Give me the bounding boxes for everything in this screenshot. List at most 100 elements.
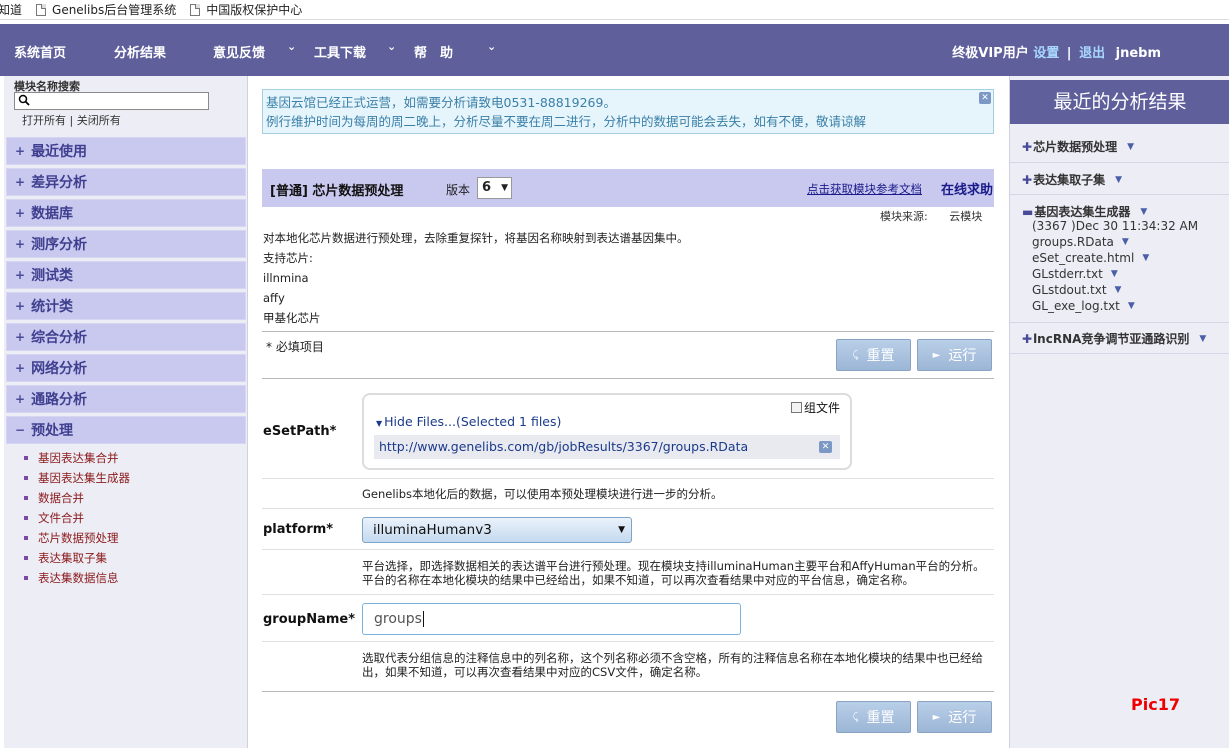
divider (262, 594, 994, 595)
doc-link[interactable]: 点击获取模块参考文档 (807, 181, 922, 197)
page-icon (190, 3, 201, 16)
required-note: * 必填项目 (266, 340, 324, 354)
groupname-input[interactable]: groups (362, 603, 741, 635)
chevron-down-icon: ▼ (1110, 269, 1118, 279)
open-all-link[interactable]: 打开所有 (22, 114, 66, 127)
chevron-down-icon: ▼ (1140, 206, 1148, 217)
chevron-down-icon[interactable]: ⌄ (487, 40, 496, 53)
nav-home[interactable]: 系统首页 (14, 42, 66, 61)
platform-select[interactable]: illuminaHumanv3 ▼ (362, 517, 632, 543)
expand-icon: + (15, 206, 26, 220)
expand-icon: + (15, 175, 26, 189)
sidebar-category[interactable]: + 通路分析 (6, 385, 246, 413)
nav-tools[interactable]: 工具下载 (314, 42, 366, 61)
divider (1010, 322, 1229, 323)
module-search-input[interactable] (14, 92, 209, 110)
bookmark-item[interactable]: 中国版权保护中心 (190, 1, 302, 18)
sidebar-category[interactable]: + 统计类 (6, 292, 246, 320)
divider (262, 378, 994, 379)
divider (1010, 162, 1229, 163)
result-file[interactable]: eSet_create.html ▼ (1032, 251, 1149, 265)
platform-label: platform* (263, 522, 334, 537)
hide-files-link[interactable]: ▼ Hide Files...(Selected 1 files) (376, 414, 561, 429)
reset-icon: ⤹ (852, 711, 859, 723)
sidebar-subitem[interactable]: 基因表达集生成器 (24, 470, 130, 486)
nav-analysis-results[interactable]: 分析结果 (114, 42, 166, 61)
settings-link[interactable]: 设置 (1033, 46, 1059, 61)
chevron-down-icon[interactable]: ⌄ (287, 40, 296, 53)
version-select[interactable]: 6 ▼ (477, 177, 512, 199)
bullet-icon (24, 496, 28, 500)
sidebar-category-preprocess[interactable]: − 预处理 (6, 416, 246, 444)
online-help-link[interactable]: 在线求助 (941, 179, 993, 198)
group-files-toggle[interactable]: 组文件 (790, 399, 840, 416)
nav-feedback[interactable]: 意见反馈 (213, 42, 265, 61)
reset-icon: ⤹ (852, 349, 859, 361)
sidebar-category[interactable]: + 差异分析 (6, 168, 246, 196)
reset-button[interactable]: ⤹ 重置 (836, 339, 911, 371)
divider (1010, 353, 1229, 354)
nav-help[interactable]: 帮 助 (414, 42, 453, 61)
file-url[interactable]: http://www.genelibs.com/gb/jobResults/33… (379, 439, 748, 454)
sidebar-category[interactable]: + 数据库 (6, 199, 246, 227)
sidebar-category[interactable]: + 网络分析 (6, 354, 246, 382)
close-icon[interactable]: ✕ (979, 92, 991, 104)
divider (262, 478, 994, 479)
run-button[interactable]: ► 运行 (917, 701, 992, 733)
top-nav: 系统首页 分析结果 意见反馈 ⌄ 工具下载 ⌄ 帮 助 ⌄ 终极VIP用户 设置… (0, 24, 1229, 76)
vip-label: 终极VIP用户 (952, 46, 1029, 61)
chevron-down-icon: ▼ (1127, 141, 1134, 152)
notice-banner: 基因云馆已经正式运营，如需要分析请致电0531-88819269。 例行维护时间… (262, 89, 994, 134)
play-icon: ► (932, 349, 941, 361)
expand-icon: + (15, 361, 26, 375)
logout-link[interactable]: 退出 (1079, 46, 1105, 61)
chevron-down-icon: ▼ (1121, 237, 1129, 247)
result-file[interactable]: GL_exe_log.txt ▼ (1032, 299, 1135, 313)
result-file[interactable]: GLstdout.txt ▼ (1032, 283, 1121, 297)
expand-icon: + (15, 299, 26, 313)
bookmark-item[interactable]: Genelibs后台管理系统 (36, 1, 176, 18)
play-icon: ► (932, 711, 941, 723)
divider: | (69, 114, 74, 127)
divider (262, 691, 994, 692)
esetpath-help: Genelibs本地化后的数据，可以使用本预处理模块进行进一步的分析。 (362, 487, 723, 501)
reset-button[interactable]: ⤹ 重置 (836, 701, 911, 733)
bookmark-item[interactable]: 知道 (0, 1, 22, 18)
sidebar-subitem[interactable]: 基因表达集合并 (24, 450, 119, 466)
groupname-help: 选取代表分组信息的注释信息中的列名称，这个列名称必须不含空格，所有的注释信息名称… (362, 651, 983, 679)
chevron-down-icon: ▼ (1114, 285, 1122, 295)
sidebar-subitem[interactable]: 芯片数据预处理 (24, 530, 119, 546)
file-selector: 组文件 ▼ Hide Files...(Selected 1 files) htt… (362, 393, 852, 470)
recent-item-expanded[interactable]: ▬ 基因表达集生成器 ▼ (1022, 203, 1147, 220)
bullet-icon (24, 456, 28, 460)
expand-icon: + (15, 237, 26, 251)
expand-icon: ✚ (1022, 172, 1033, 187)
sidebar-subitem[interactable]: 文件合并 (24, 510, 84, 526)
recent-item[interactable]: ✚ 表达集取子集 ▼ (1022, 171, 1122, 188)
sidebar-category[interactable]: + 测试类 (6, 261, 246, 289)
close-all-link[interactable]: 关闭所有 (77, 114, 121, 127)
sidebar-category[interactable]: + 最近使用 (6, 137, 246, 165)
expand-links: 打开所有 | 关闭所有 (22, 112, 121, 128)
recent-item[interactable]: ✚ 芯片数据预处理 ▼ (1022, 138, 1134, 155)
sidebar-subitem[interactable]: 表达集取子集 (24, 550, 107, 566)
remove-file-icon[interactable]: ✕ (819, 441, 832, 453)
expand-icon: + (15, 268, 26, 282)
sidebar-subitem[interactable]: 数据合并 (24, 490, 84, 506)
caret-down-icon: ▼ (376, 419, 383, 428)
sidebar-category[interactable]: + 综合分析 (6, 323, 246, 351)
chevron-down-icon[interactable]: ⌄ (387, 40, 396, 53)
sidebar-category[interactable]: + 测序分析 (6, 230, 246, 258)
result-file[interactable]: GLstderr.txt ▼ (1032, 267, 1118, 281)
run-button[interactable]: ► 运行 (917, 339, 992, 371)
group-files-checkbox[interactable] (790, 402, 802, 413)
chevron-down-icon: ▼ (1127, 301, 1135, 311)
page-icon (36, 3, 47, 16)
notice-line: 例行维护时间为每周的周二晚上，分析尽量不要在周二进行，分析中的数据可能会丢失，如… (266, 114, 867, 129)
recent-item[interactable]: ✚ lncRNA竞争调节亚通路识别 ▼ (1022, 330, 1206, 347)
job-info: (3367 )Dec 30 11:34:32 AM (1032, 219, 1199, 233)
sidebar-subitem[interactable]: 表达集数据信息 (24, 570, 119, 586)
chevron-down-icon: ▼ (1199, 333, 1207, 344)
result-file[interactable]: groups.RData ▼ (1032, 235, 1129, 249)
divider (1010, 194, 1229, 195)
